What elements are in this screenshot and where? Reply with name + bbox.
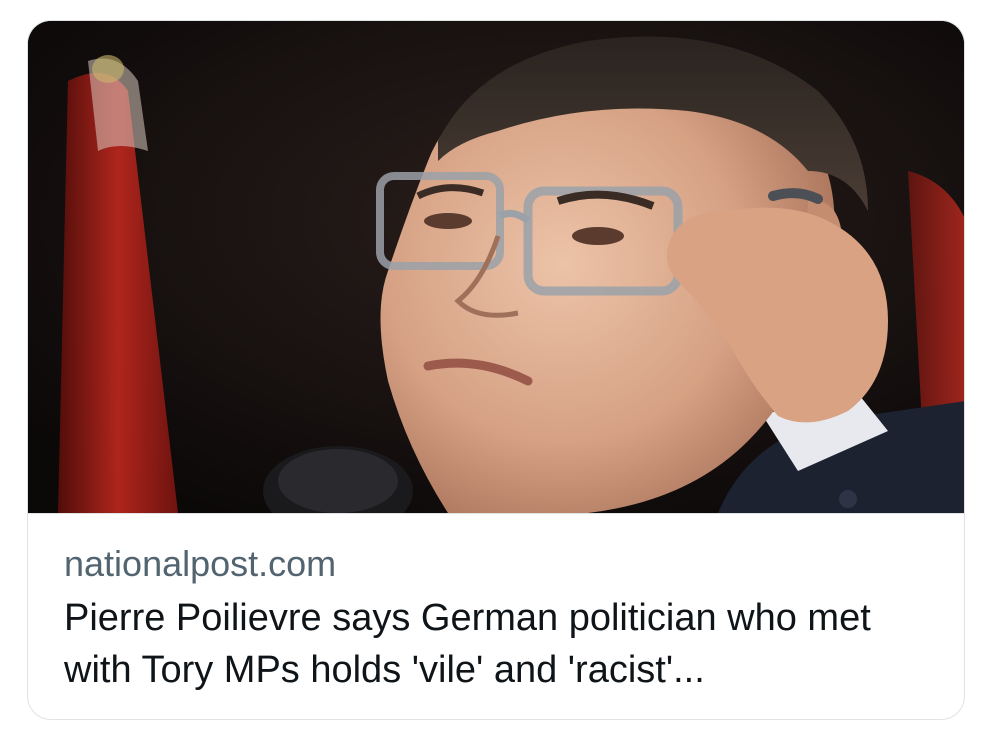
link-domain[interactable]: nationalpost.com	[64, 542, 932, 586]
link-metadata: nationalpost.com Pierre Poilievre says G…	[28, 514, 964, 719]
thumbnail-photo	[28, 21, 964, 513]
link-preview-card[interactable]: nationalpost.com Pierre Poilievre says G…	[27, 20, 965, 720]
link-headline[interactable]: Pierre Poilievre says German politician …	[64, 592, 932, 696]
article-thumbnail[interactable]	[28, 21, 964, 514]
